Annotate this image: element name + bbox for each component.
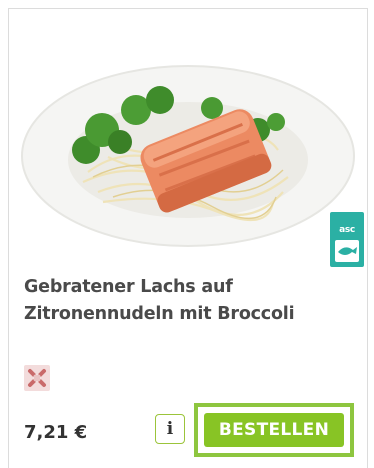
no-restriction-crossed-icon [24,365,50,391]
product-title-line-1: Gebratener Lachs auf [24,277,233,297]
asc-badge-label: asc [339,225,355,235]
product-image[interactable] [18,62,364,248]
product-price: 7,21 € [24,422,88,443]
asc-certification-badge: asc [330,212,364,267]
asc-fish-icon [335,240,359,262]
order-button-highlight: BESTELLEN [194,403,354,457]
product-title[interactable]: Gebratener Lachs auf Zitronennudeln mit … [24,274,354,328]
product-title-line-2: Zitronennudeln mit Broccoli [24,304,295,324]
order-button[interactable]: BESTELLEN [204,413,344,447]
info-button[interactable]: i [155,414,185,444]
